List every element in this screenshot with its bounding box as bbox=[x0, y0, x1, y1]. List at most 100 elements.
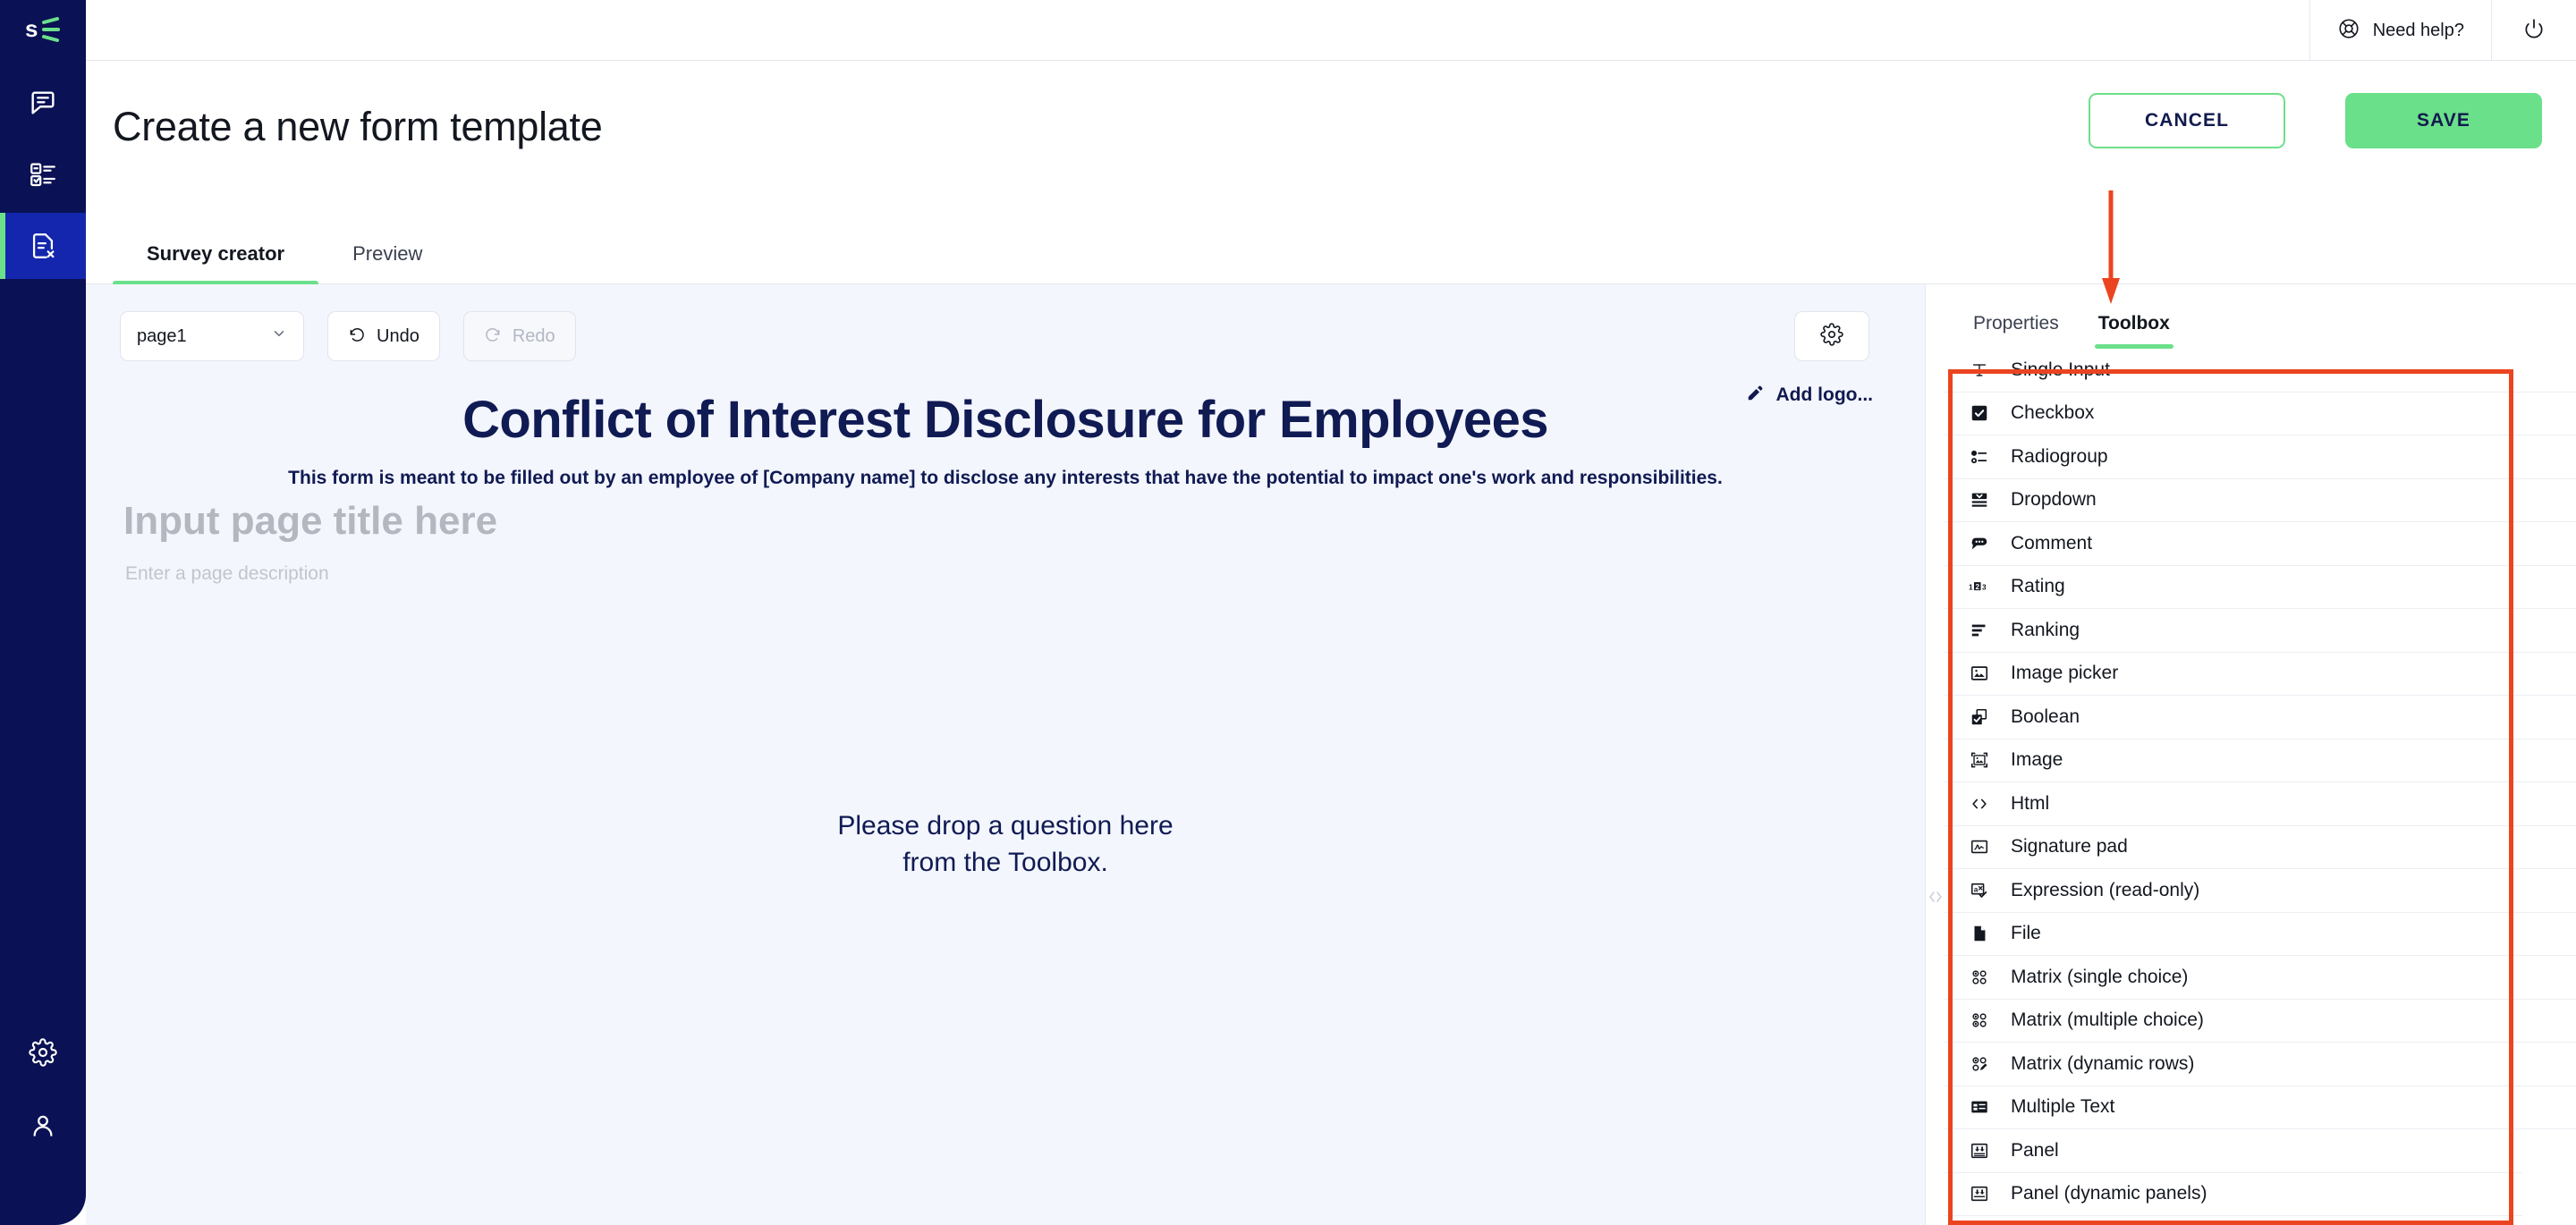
sidebar-item-chat[interactable] bbox=[0, 70, 86, 136]
page-title: Create a new form template bbox=[113, 104, 603, 149]
toolbox-item-panel[interactable]: Panel bbox=[1945, 1129, 2576, 1173]
boolean-icon bbox=[1968, 705, 1991, 729]
undo-icon bbox=[348, 325, 366, 348]
app-root: s Need help? Create a new form template … bbox=[0, 0, 2576, 1225]
canvas-toolbar: page1 Undo Redo bbox=[120, 311, 576, 361]
multiple-text-icon bbox=[1968, 1095, 1991, 1119]
cancel-button[interactable]: CANCEL bbox=[2089, 93, 2285, 148]
toolbox-item-label: Multiple Text bbox=[2011, 1096, 2115, 1118]
form-template-icon bbox=[28, 231, 58, 261]
toolbox-item-rating[interactable]: 123 Rating bbox=[1945, 566, 2576, 609]
page-select-value: page1 bbox=[137, 325, 187, 346]
page-description-placeholder[interactable]: Enter a page description bbox=[125, 563, 329, 585]
panel-dynamic-icon bbox=[1968, 1182, 1991, 1205]
toolbox-item-label: Html bbox=[2011, 792, 2050, 814]
toolbox-item-image[interactable]: Image bbox=[1945, 739, 2576, 782]
signature-pad-icon bbox=[1968, 835, 1991, 858]
redo-button[interactable]: Redo bbox=[462, 311, 576, 361]
toolbox-item-label: Panel (dynamic panels) bbox=[2011, 1183, 2207, 1204]
text-T-icon bbox=[1968, 359, 1991, 382]
toolbox-item-comment[interactable]: Comment bbox=[1945, 522, 2576, 566]
settings-gear-icon bbox=[29, 1038, 57, 1067]
toolbox-item-matrix-single-choice[interactable]: Matrix (single choice) bbox=[1945, 956, 2576, 1000]
toolbox-item-radiogroup[interactable]: Radiogroup bbox=[1945, 435, 2576, 479]
survey-canvas: page1 Undo Redo Add logo... Conflict of … bbox=[86, 284, 1925, 1225]
radiogroup-icon bbox=[1968, 445, 1991, 469]
page-select[interactable]: page1 bbox=[120, 311, 304, 361]
main-tabs: Survey creator Preview bbox=[86, 211, 2576, 286]
toolbox-item-label: Comment bbox=[2011, 532, 2093, 553]
sidebar-item-settings[interactable] bbox=[0, 1019, 86, 1086]
tab-survey-creator[interactable]: Survey creator bbox=[113, 242, 319, 286]
svg-text:s: s bbox=[25, 15, 38, 42]
dropzone-message: Please drop a question here from the Too… bbox=[86, 807, 1925, 881]
toolbox-item-label: Boolean bbox=[2011, 705, 2080, 727]
toolbox-item-ranking[interactable]: Ranking bbox=[1945, 609, 2576, 653]
toolbox-item-label: Radiogroup bbox=[2011, 445, 2108, 467]
toolbox-item-signature-pad[interactable]: Signature pad bbox=[1945, 826, 2576, 869]
toolbox-item-label: Ranking bbox=[2011, 619, 2080, 640]
ranking-bars-icon bbox=[1968, 619, 1991, 642]
need-help-button[interactable]: Need help? bbox=[2309, 0, 2491, 61]
gear-icon bbox=[1820, 322, 1843, 351]
svg-text:1: 1 bbox=[1969, 584, 1973, 592]
toolbox-item-label: Dropdown bbox=[2011, 489, 2097, 511]
toolbox-list[interactable]: Single Input Checkbox Radiogroup Dropdow… bbox=[1945, 349, 2576, 1225]
image-frame-icon bbox=[1968, 748, 1991, 772]
toolbox-item-matrix-multiple-choice[interactable]: Matrix (multiple choice) bbox=[1945, 1000, 2576, 1043]
dropdown-icon bbox=[1968, 488, 1991, 511]
tab-preview[interactable]: Preview bbox=[318, 242, 456, 283]
left-nav-rail: s bbox=[0, 0, 86, 1225]
rating-123-icon: 123 bbox=[1968, 575, 1991, 598]
toolbox-item-label: Checkbox bbox=[2011, 402, 2095, 424]
page-header: Create a new form template CANCEL SAVE bbox=[86, 61, 2576, 211]
svg-text:3: 3 bbox=[1982, 584, 1987, 592]
sidebar-item-profile[interactable] bbox=[0, 1093, 86, 1159]
matrix-multiple-icon bbox=[1968, 1009, 1991, 1032]
dropzone-line-1: Please drop a question here bbox=[837, 811, 1174, 841]
tab-toolbox[interactable]: Toolbox bbox=[2082, 313, 2186, 349]
toolbox-item-label: Image picker bbox=[2011, 663, 2119, 684]
undo-button[interactable]: Undo bbox=[327, 311, 440, 361]
survey-list-icon bbox=[28, 159, 58, 190]
tab-properties[interactable]: Properties bbox=[1957, 313, 2075, 349]
power-icon bbox=[2522, 17, 2546, 45]
survey-description[interactable]: This form is meant to be filled out by a… bbox=[86, 468, 1925, 489]
toolbox-item-expression[interactable]: a Expression (read-only) bbox=[1945, 869, 2576, 913]
svg-text:2: 2 bbox=[1976, 583, 1980, 591]
redo-label: Redo bbox=[512, 325, 555, 346]
toolbox-item-matrix-dynamic-rows[interactable]: Matrix (dynamic rows) bbox=[1945, 1043, 2576, 1086]
toolbox-item-file[interactable]: File bbox=[1945, 913, 2576, 956]
survey-settings-button[interactable] bbox=[1794, 311, 1869, 361]
user-profile-icon bbox=[29, 1111, 57, 1140]
toolbox-item-single-input[interactable]: Single Input bbox=[1945, 349, 2576, 393]
toolbox-item-checkbox[interactable]: Checkbox bbox=[1945, 393, 2576, 435]
toolbox-item-multiple-text[interactable]: Multiple Text bbox=[1945, 1086, 2576, 1129]
survey-title[interactable]: Conflict of Interest Disclosure for Empl… bbox=[86, 390, 1925, 450]
top-bar: Need help? bbox=[86, 0, 2576, 61]
matrix-single-icon bbox=[1968, 966, 1991, 989]
toolbox-item-label: Single Input bbox=[2011, 359, 2110, 380]
toolbox-item-label: Matrix (single choice) bbox=[2011, 966, 2189, 987]
toolbox-item-html[interactable]: Html bbox=[1945, 782, 2576, 826]
page-title-placeholder[interactable]: Input page title here bbox=[123, 499, 497, 544]
code-brackets-icon bbox=[1968, 792, 1991, 815]
need-help-label: Need help? bbox=[2372, 20, 2464, 40]
panel-splitter bbox=[1925, 284, 1945, 1225]
toolbox-item-boolean[interactable]: Boolean bbox=[1945, 696, 2576, 739]
right-panel: Properties Toolbox Single Input Checkbox bbox=[1945, 284, 2576, 1225]
toolbox-item-image-picker[interactable]: Image picker bbox=[1945, 653, 2576, 696]
sidebar-item-form-templates[interactable] bbox=[0, 213, 86, 279]
matrix-dynamic-icon bbox=[1968, 1052, 1991, 1076]
toolbox-item-label: Signature pad bbox=[2011, 836, 2128, 858]
sidebar-item-surveys[interactable] bbox=[0, 141, 86, 207]
save-button[interactable]: SAVE bbox=[2345, 93, 2542, 148]
logout-button[interactable] bbox=[2491, 0, 2576, 61]
app-logo[interactable]: s bbox=[0, 0, 86, 59]
toolbox-item-dropdown[interactable]: Dropdown bbox=[1945, 479, 2576, 522]
checkbox-icon bbox=[1968, 401, 1991, 425]
toolbox-item-panel-dynamic-panels[interactable]: Panel (dynamic panels) bbox=[1945, 1173, 2576, 1216]
image-picker-icon bbox=[1968, 662, 1991, 685]
panel-collapse-handle[interactable] bbox=[1926, 882, 1945, 912]
undo-label: Undo bbox=[377, 325, 419, 346]
